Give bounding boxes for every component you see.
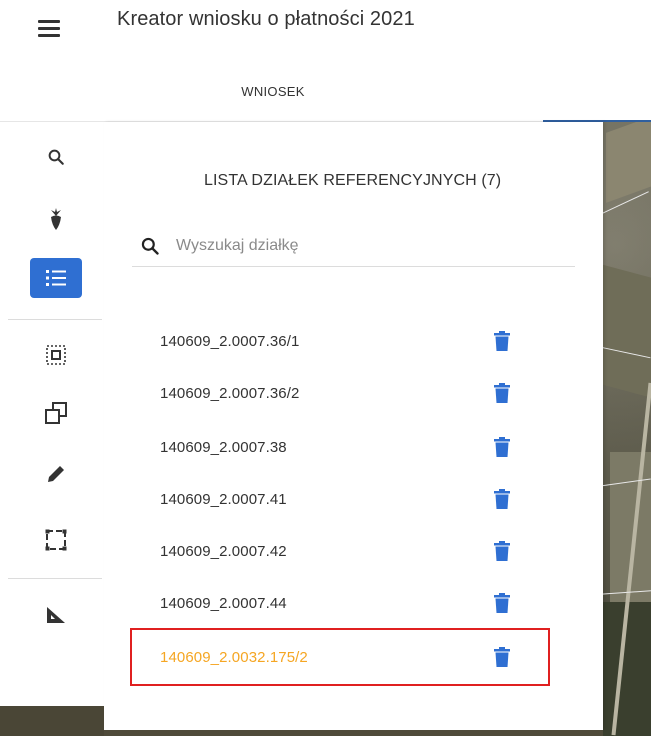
pencil-icon	[48, 466, 64, 482]
search-tool-button[interactable]	[30, 137, 82, 177]
trash-icon[interactable]	[494, 383, 510, 403]
list-icon	[46, 270, 66, 286]
toolbar-divider	[8, 578, 102, 579]
trash-icon[interactable]	[494, 489, 510, 509]
map-field	[606, 122, 651, 203]
left-toolbar	[0, 122, 104, 736]
map-edge	[104, 730, 603, 736]
plant-icon	[51, 208, 61, 230]
highlight-annotation	[130, 628, 550, 686]
menu-icon[interactable]	[38, 20, 60, 38]
toolbar-divider	[8, 319, 102, 320]
parcel-label: 140609_2.0007.42	[160, 543, 287, 560]
parcel-row[interactable]: 140609_2.0007.36/2	[104, 373, 603, 415]
parcel-row[interactable]: 140609_2.0007.42	[104, 531, 603, 573]
search-icon	[141, 237, 159, 255]
search-input[interactable]	[176, 232, 566, 260]
copy-shape-button[interactable]	[30, 393, 82, 433]
parcel-label: 140609_2.0007.36/2	[160, 385, 300, 402]
map-field	[600, 263, 651, 401]
measure-button[interactable]	[30, 595, 82, 635]
edit-button[interactable]	[30, 454, 82, 494]
parcel-row[interactable]: 140609_2.0007.36/1	[104, 321, 603, 363]
trash-icon[interactable]	[494, 437, 510, 457]
trash-icon[interactable]	[494, 541, 510, 561]
parcel-row[interactable]: 140609_2.0007.44	[104, 583, 603, 625]
app-title: Kreator wniosku o płatności 2021	[117, 8, 415, 30]
select-area-icon	[46, 345, 66, 365]
tab-wniosek[interactable]: WNIOSEK	[208, 84, 338, 99]
copy-icon	[45, 402, 67, 424]
parcel-row[interactable]: 140609_2.0007.41	[104, 479, 603, 521]
select-area-button[interactable]	[30, 335, 82, 375]
map-view[interactable]	[600, 122, 651, 736]
panel-title: LISTA DZIAŁEK REFERENCYJNYCH (7)	[204, 172, 502, 189]
draw-rectangle-button[interactable]	[30, 520, 82, 560]
measure-icon	[47, 607, 65, 623]
dashed-rectangle-icon	[45, 529, 67, 551]
trash-icon[interactable]	[494, 331, 510, 351]
crop-tool-button[interactable]	[30, 199, 82, 239]
search-icon	[48, 149, 64, 165]
parcel-label: 140609_2.0007.36/1	[160, 333, 300, 350]
app-header: Kreator wniosku o płatności 2021 WNIOSEK	[0, 0, 651, 122]
parcel-label: 140609_2.0007.44	[160, 595, 287, 612]
parcel-search	[132, 226, 575, 267]
map-edge	[0, 706, 104, 736]
parcel-row[interactable]: 140609_2.0007.38	[104, 427, 603, 469]
parcel-label: 140609_2.0007.41	[160, 491, 287, 508]
parcel-label: 140609_2.0007.38	[160, 439, 287, 456]
parcel-list-button[interactable]	[30, 258, 82, 298]
trash-icon[interactable]	[494, 593, 510, 613]
